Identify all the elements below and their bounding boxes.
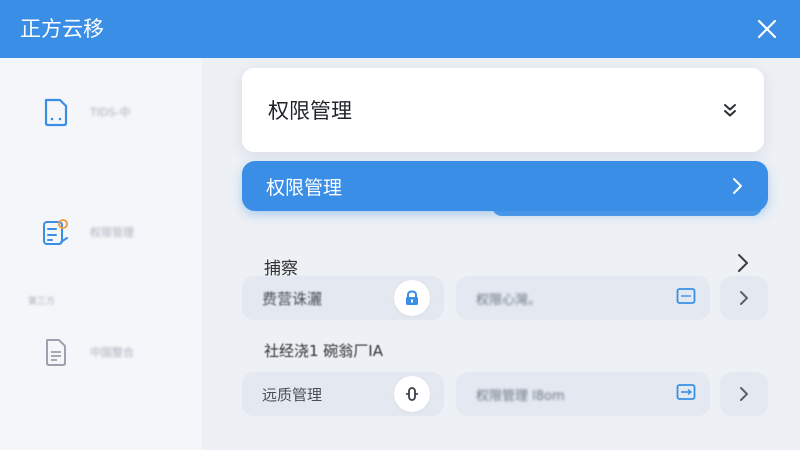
sidebar-item-label: TIDS-中 — [90, 106, 131, 119]
close-icon — [757, 19, 777, 39]
permission-management-button[interactable]: 权限管理 — [242, 161, 768, 211]
section-expand-button[interactable] — [736, 252, 750, 278]
row1-right-field[interactable]: 权限心灣。 — [456, 276, 710, 320]
permission-dropdown[interactable]: 权限管理 — [242, 68, 764, 152]
row-group-label: 社经浇1 碗翁厂IA — [264, 342, 383, 360]
sidebar-item-label: 权限管理 — [90, 226, 134, 239]
sidebar: TIDS-中 权限管理 第三方 中国整合 — [0, 58, 202, 450]
app-title: 正方云移 — [20, 17, 104, 41]
row2-right-field[interactable]: 权限管理 l8om — [456, 372, 710, 416]
chevron-right-icon — [738, 254, 748, 272]
sidebar-item-label: 中国整合 — [90, 346, 134, 359]
expand-icon — [676, 383, 696, 405]
settings-list-icon — [36, 212, 76, 252]
title-bar: 正方云移 — [0, 0, 800, 58]
row1-right-text: 权限心灣。 — [476, 292, 542, 308]
double-chevron-down-icon — [724, 104, 736, 117]
chevron-right-icon — [740, 291, 748, 305]
lock-icon — [394, 280, 430, 316]
toggle-icon — [394, 376, 430, 412]
primary-row-label: 权限管理 — [266, 176, 343, 199]
main-content: 权限管理 权限管理 捕察 费营诛灑 权限心灣。 社经浇1 碗翁厂IA 远质管理 … — [202, 58, 800, 450]
row2-right-text: 权限管理 l8om — [476, 388, 565, 404]
dropdown-title: 权限管理 — [268, 99, 352, 123]
image-icon — [676, 287, 696, 309]
document-scan-icon — [36, 92, 76, 132]
sidebar-item-1[interactable]: TIDS-中 — [36, 92, 130, 132]
sidebar-item-2[interactable]: 权限管理 — [36, 212, 134, 252]
row2-left-text: 远质管理 — [262, 385, 323, 404]
file-text-icon — [36, 332, 76, 372]
sidebar-item-3[interactable]: 中国整合 — [36, 332, 134, 372]
row2-left-field[interactable]: 远质管理 — [242, 372, 444, 416]
row2-next-button[interactable] — [720, 372, 768, 416]
chevron-right-icon — [740, 387, 748, 401]
chevron-right-icon — [733, 178, 742, 194]
row1-left-field[interactable]: 费营诛灑 — [242, 276, 444, 320]
close-button[interactable] — [750, 12, 784, 46]
row1-left-text: 费营诛灑 — [262, 289, 323, 308]
sidebar-section-label: 第三方 — [28, 297, 56, 307]
row1-next-button[interactable] — [720, 276, 768, 320]
